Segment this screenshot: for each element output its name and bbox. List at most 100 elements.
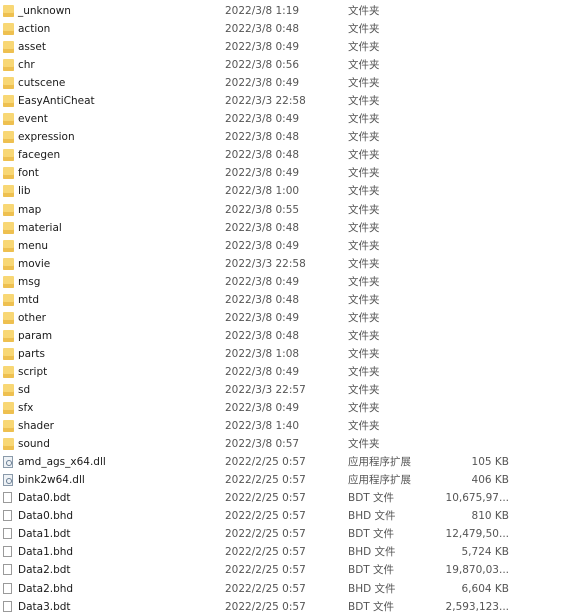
- file-date: 2022/3/8 0:48: [225, 221, 300, 234]
- file-row[interactable]: chr 2022/3/8 0:56 文件夹: [0, 56, 584, 74]
- file-row[interactable]: msg 2022/3/8 0:49 文件夹: [0, 273, 584, 291]
- file-row[interactable]: Data2.bdt 2022/2/25 0:57 BDT 文件 19,870,0…: [0, 561, 584, 579]
- file-row[interactable]: asset 2022/3/8 0:49 文件夹: [0, 38, 584, 56]
- folder-icon: [3, 5, 14, 17]
- file-date: 2022/3/8 0:49: [225, 167, 300, 180]
- file-row[interactable]: script 2022/3/8 0:49 文件夹: [0, 363, 584, 381]
- folder-icon: [3, 203, 14, 216]
- file-type: 文件夹: [348, 365, 380, 378]
- file-name: sound: [18, 438, 50, 451]
- file-row[interactable]: other 2022/3/8 0:49 文件夹: [0, 309, 584, 327]
- file-date: 2022/3/8 0:48: [225, 329, 300, 342]
- file-name: msg: [18, 275, 41, 288]
- file-name: expression: [18, 131, 75, 144]
- folder-icon: [3, 383, 14, 396]
- file-date: 2022/3/3 22:57: [225, 383, 306, 396]
- folder-icon: [3, 167, 14, 180]
- folder-icon: [3, 329, 14, 342]
- file-row[interactable]: expression 2022/3/8 0:48 文件夹: [0, 128, 584, 146]
- file-row[interactable]: Data0.bdt 2022/2/25 0:57 BDT 文件 10,675,9…: [0, 489, 584, 507]
- file-icon: [3, 528, 12, 540]
- file-row[interactable]: mtd 2022/3/8 0:48 文件夹: [0, 291, 584, 309]
- folder-icon: [3, 293, 14, 306]
- file-date: 2022/2/25 0:57: [225, 474, 306, 487]
- folder-icon: [3, 77, 14, 90]
- folder-icon: [3, 420, 14, 433]
- file-row[interactable]: movie 2022/3/3 22:58 文件夹: [0, 255, 584, 273]
- file-row[interactable]: amd_ags_x64.dll 2022/2/25 0:57 应用程序扩展 10…: [0, 453, 584, 471]
- file-size: 2,593,123...: [445, 600, 509, 613]
- file-date: 2022/3/3 22:58: [225, 257, 306, 270]
- file-row[interactable]: facegen 2022/3/8 0:48 文件夹: [0, 146, 584, 164]
- file-date: 2022/3/8 0:57: [225, 438, 300, 451]
- file-date: 2022/2/25 0:57: [225, 600, 306, 613]
- file-date: 2022/2/25 0:57: [225, 546, 306, 559]
- folder-icon: [3, 221, 14, 234]
- file-type: 文件夹: [348, 239, 380, 252]
- file-date: 2022/3/8 1:00: [225, 185, 300, 198]
- file-name: lib: [18, 185, 31, 198]
- file-name: Data2.bdt: [18, 564, 71, 577]
- file-row[interactable]: sfx 2022/3/8 0:49 文件夹: [0, 399, 584, 417]
- file-row[interactable]: map 2022/3/8 0:55 文件夹: [0, 201, 584, 219]
- file-row[interactable]: sound 2022/3/8 0:57 文件夹: [0, 435, 584, 453]
- folder-icon: [3, 185, 14, 198]
- folder-icon: [3, 402, 14, 415]
- file-size: 12,479,50...: [445, 528, 509, 541]
- folder-icon: [3, 438, 14, 451]
- file-row[interactable]: material 2022/3/8 0:48 文件夹: [0, 219, 584, 237]
- file-date: 2022/3/8 0:49: [225, 275, 300, 288]
- file-row[interactable]: EasyAntiCheat 2022/3/3 22:58 文件夹: [0, 92, 584, 110]
- file-row[interactable]: cutscene 2022/3/8 0:49 文件夹: [0, 74, 584, 92]
- file-date: 2022/3/8 0:49: [225, 311, 300, 324]
- file-size: 810 KB: [471, 510, 509, 523]
- file-row[interactable]: action 2022/3/8 0:48 文件夹: [0, 20, 584, 38]
- file-row[interactable]: font 2022/3/8 0:49 文件夹: [0, 164, 584, 182]
- file-row[interactable]: Data3.bdt 2022/2/25 0:57 BDT 文件 2,593,12…: [0, 598, 584, 616]
- file-row[interactable]: sd 2022/3/3 22:57 文件夹: [0, 381, 584, 399]
- file-name: parts: [18, 347, 46, 360]
- file-type: 文件夹: [348, 5, 380, 17]
- file-date: 2022/2/25 0:57: [225, 492, 306, 505]
- file-row[interactable]: bink2w64.dll 2022/2/25 0:57 应用程序扩展 406 K…: [0, 471, 584, 489]
- file-row[interactable]: Data0.bhd 2022/2/25 0:57 BHD 文件 810 KB: [0, 507, 584, 525]
- file-row[interactable]: menu 2022/3/8 0:49 文件夹: [0, 237, 584, 255]
- file-row[interactable]: Data1.bhd 2022/2/25 0:57 BHD 文件 5,724 KB: [0, 543, 584, 561]
- file-size: 10,675,97...: [445, 492, 509, 505]
- file-type: 文件夹: [348, 23, 380, 36]
- file-size: 19,870,03...: [445, 564, 509, 577]
- file-name: mtd: [18, 293, 40, 306]
- file-name: Data1.bhd: [18, 546, 74, 559]
- file-icon: [3, 600, 12, 612]
- file-type: 文件夹: [348, 41, 380, 54]
- file-name: Data0.bhd: [18, 510, 74, 523]
- file-row[interactable]: shader 2022/3/8 1:40 文件夹: [0, 417, 584, 435]
- file-type: 文件夹: [348, 311, 380, 324]
- dll-icon: [3, 456, 13, 469]
- file-type: 应用程序扩展: [348, 474, 411, 487]
- file-row[interactable]: _unknown 2022/3/8 1:19 文件夹: [0, 2, 584, 20]
- file-date: 2022/3/8 0:49: [225, 239, 300, 252]
- file-row[interactable]: Data2.bhd 2022/2/25 0:57 BHD 文件 6,604 KB: [0, 580, 584, 598]
- file-row[interactable]: Data1.bdt 2022/2/25 0:57 BDT 文件 12,479,5…: [0, 525, 584, 543]
- file-name: action: [18, 23, 51, 36]
- file-date: 2022/2/25 0:57: [225, 564, 306, 577]
- file-list: _unknown 2022/3/8 1:19 文件夹 action 2022/3…: [0, 2, 584, 616]
- file-name: script: [18, 365, 48, 378]
- folder-icon: [3, 275, 14, 288]
- folder-icon: [3, 131, 14, 144]
- file-type: BHD 文件: [348, 546, 396, 559]
- file-name: menu: [18, 239, 48, 252]
- file-name: cutscene: [18, 77, 66, 90]
- file-icon: [3, 546, 12, 558]
- file-name: other: [18, 311, 46, 324]
- file-row[interactable]: parts 2022/3/8 1:08 文件夹: [0, 345, 584, 363]
- file-row[interactable]: param 2022/3/8 0:48 文件夹: [0, 327, 584, 345]
- file-size: 406 KB: [471, 474, 509, 487]
- file-type: BDT 文件: [348, 564, 395, 577]
- file-row[interactable]: event 2022/3/8 0:49 文件夹: [0, 110, 584, 128]
- file-row[interactable]: lib 2022/3/8 1:00 文件夹: [0, 182, 584, 200]
- file-type: BDT 文件: [348, 492, 395, 505]
- file-name: _unknown: [18, 5, 71, 17]
- file-date: 2022/3/8 1:08: [225, 347, 300, 360]
